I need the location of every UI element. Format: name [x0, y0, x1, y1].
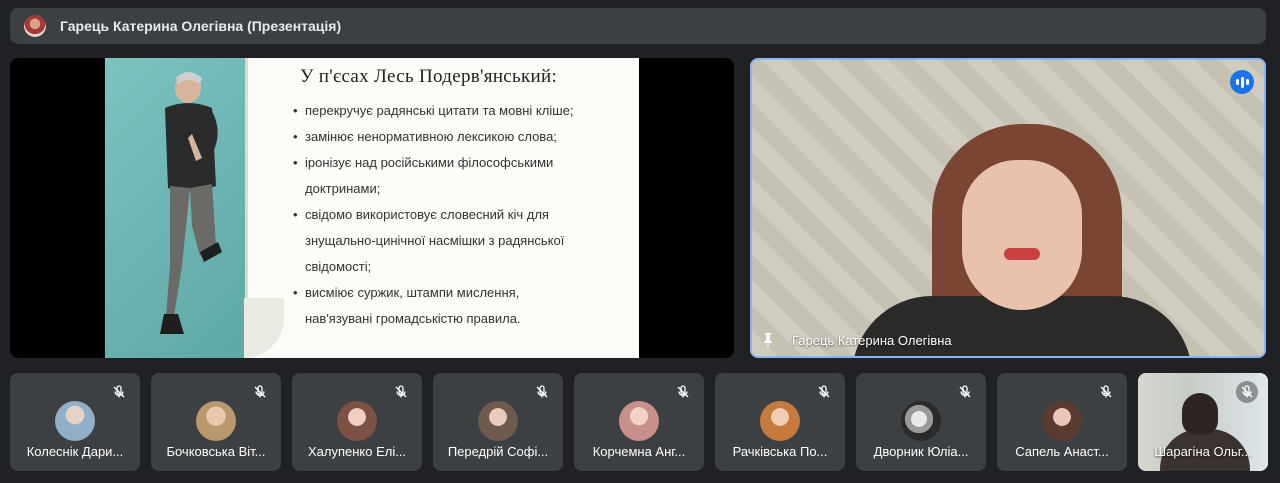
bullet-text: замінює ненормативною лексикою слова;	[305, 129, 557, 144]
mic-off-icon	[672, 381, 694, 403]
speaker-face	[962, 160, 1082, 310]
participant-tile[interactable]: Передрій Софі...	[433, 373, 563, 471]
bullet-text: свідомо використовує словесний кіч для	[305, 207, 549, 222]
mic-off-icon	[813, 381, 835, 403]
avatar	[337, 401, 377, 441]
slide-bullet: • іронізує над російськими філософськими…	[293, 150, 633, 202]
bullet-text: свідомості;	[305, 259, 372, 274]
slide-bullet: • замінює ненормативною лексикою слова;	[293, 124, 633, 150]
avatar	[478, 401, 518, 441]
participant-tile-video[interactable]: Шарагіна Ольг...	[1138, 373, 1268, 471]
bullet-text: нав'язувані громадськістю правила.	[305, 311, 521, 326]
participant-name: Шарагіна Ольг...	[1154, 444, 1252, 459]
bullet-text: знущально-цинічної насмішки з радянської	[305, 233, 565, 248]
bullet-glyph: •	[293, 103, 298, 118]
presentation-header: Гарець Катерина Олегівна (Презентація)	[10, 8, 1266, 44]
mic-off-icon	[1236, 381, 1258, 403]
bullet-glyph: •	[293, 129, 298, 144]
video-person-head	[1182, 393, 1218, 435]
participant-name: Корчемна Анг...	[592, 444, 686, 459]
bullet-glyph: •	[293, 155, 298, 170]
slide-bullet: • висміює суржик, штампи мислення, нав'я…	[293, 280, 633, 332]
mic-off-icon	[954, 381, 976, 403]
mic-off-icon	[249, 381, 271, 403]
scroll-curl	[244, 298, 284, 358]
avatar	[619, 401, 659, 441]
participant-tile[interactable]: Корчемна Анг...	[574, 373, 704, 471]
participant-name: Рачківська По...	[732, 444, 828, 459]
participant-name: Передрій Софі...	[447, 444, 549, 459]
avatar	[1042, 401, 1082, 441]
bullet-text: висміює суржик, штампи мислення,	[305, 285, 520, 300]
slide-bullet-list: • перекручує радянські цитати та мовні к…	[293, 98, 633, 332]
participant-name: Сапель Анаст...	[1015, 444, 1109, 459]
speaker-name: Гарець Катерина Олегівна	[792, 332, 952, 348]
participant-tile[interactable]: Халупенко Елі...	[292, 373, 422, 471]
bullet-text: перекручує радянські цитати та мовні клі…	[305, 103, 574, 118]
presenter-title: Гарець Катерина Олегівна (Презентація)	[60, 18, 342, 34]
speaker-lips	[1004, 248, 1040, 260]
participant-tile[interactable]: Дворник Юліа...	[856, 373, 986, 471]
participant-tile[interactable]: Сапель Анаст...	[997, 373, 1127, 471]
participant-tile[interactable]: Колеснік Дари...	[10, 373, 140, 471]
mic-off-icon	[531, 381, 553, 403]
slide-title: У п'єсах Лесь Подерв'янський:	[300, 66, 558, 87]
presentation-panel[interactable]: У п'єсах Лесь Подерв'янський: • перекруч…	[10, 58, 734, 358]
avatar	[55, 401, 95, 441]
pin-icon[interactable]	[760, 332, 776, 348]
slide-bullet: • перекручує радянські цитати та мовні к…	[293, 98, 633, 124]
participant-name: Бочковська Віт...	[166, 444, 266, 459]
slide-person-image	[160, 72, 222, 334]
speaker-name-label: Гарець Катерина Олегівна	[760, 332, 952, 348]
avatar	[901, 401, 941, 441]
bullet-glyph: •	[293, 285, 298, 300]
slide-bullet: • свідомо використовує словесний кіч для…	[293, 202, 633, 280]
mic-off-icon	[390, 381, 412, 403]
slide: У п'єсах Лесь Подерв'янський: • перекруч…	[105, 58, 639, 358]
bullet-text: доктринами;	[305, 181, 381, 196]
bullet-text: іронізує над російськими філософськими	[305, 155, 554, 170]
participant-tile[interactable]: Бочковська Віт...	[151, 373, 281, 471]
presenter-avatar	[24, 15, 46, 37]
participant-strip: Колеснік Дари... Бочковська Віт... Халуп…	[10, 373, 1270, 471]
participant-name: Халупенко Елі...	[307, 444, 407, 459]
participant-tile[interactable]: Рачківська По...	[715, 373, 845, 471]
bullet-glyph: •	[293, 207, 298, 222]
participant-name: Колеснік Дари...	[26, 444, 124, 459]
avatar	[760, 401, 800, 441]
mic-off-icon	[1095, 381, 1117, 403]
active-speaker-tile[interactable]: Гарець Катерина Олегівна	[750, 58, 1266, 358]
audio-level-icon	[1230, 70, 1254, 94]
participant-name: Дворник Юліа...	[873, 444, 969, 459]
mic-off-icon	[108, 381, 130, 403]
avatar	[196, 401, 236, 441]
